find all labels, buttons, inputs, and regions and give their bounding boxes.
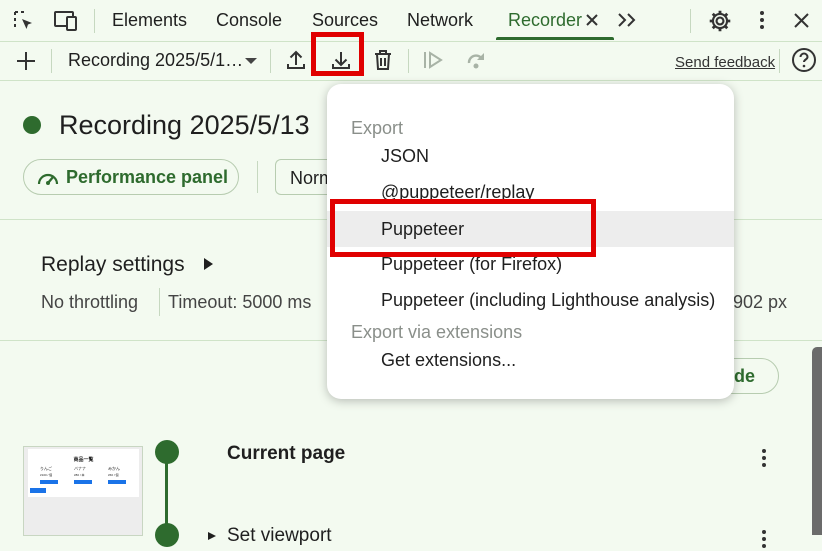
add-recording-icon[interactable] [15,50,37,72]
divider [270,49,271,73]
tab-console[interactable]: Console [216,10,282,31]
active-tab-indicator [496,37,614,40]
throttling-setting: No throttling [41,292,139,312]
delete-recording-icon[interactable] [371,48,395,72]
divider [408,49,409,73]
divider [94,9,95,33]
divider [159,288,160,316]
divider [690,9,691,33]
chevron-down-icon[interactable] [244,56,258,66]
performance-panel-label: Performance panel [66,167,229,187]
timeout-setting: Timeout: 5000 ms [168,292,312,312]
import-recording-icon[interactable] [284,48,308,72]
more-options-icon[interactable] [760,11,764,32]
export-button-highlight [311,32,364,76]
thumbnail-button [30,488,46,493]
menu-item-json[interactable]: JSON [327,140,734,174]
export-menu-header: Export [351,118,404,138]
export-extensions-header: Export via extensions [351,322,523,342]
tab-recorder[interactable]: Recorder [508,10,582,31]
tab-sources[interactable]: Sources [312,10,378,31]
step-menu-icon[interactable] [762,449,766,470]
gear-icon[interactable] [707,8,733,34]
expand-triangle-icon[interactable] [207,531,217,541]
step-title-current-page[interactable]: Current page [227,443,345,465]
performance-panel-button[interactable]: Performance panel [23,159,239,195]
menu-item-puppeteer-lighthouse[interactable]: Puppeteer (including Lighthouse analysis… [327,284,734,318]
devtools-tab-bar: Elements Console Sources Network Recorde… [0,0,822,42]
thumbnail-button [108,480,126,484]
tab-elements[interactable]: Elements [112,10,187,31]
divider [779,49,780,73]
puppeteer-item-highlight [330,199,596,257]
thumbnail-button [40,480,58,484]
timeline-step-dot [155,440,179,464]
step-menu-icon[interactable] [762,530,766,551]
menu-item-get-extensions[interactable]: Get extensions... [327,344,734,378]
inspect-element-icon[interactable] [12,9,36,33]
more-tabs-chevron-icon[interactable] [617,12,639,28]
timeline-step-dot [155,523,179,547]
viewport-setting: 902 px [733,292,788,312]
speedometer-icon [37,173,59,185]
page-thumbnail: 商品一覧 りんご バナナ みかん ¥100 / 個 ¥80 / 本 ¥60 / … [23,446,143,536]
divider [51,49,52,73]
recording-status-dot [23,116,41,134]
send-feedback-link[interactable]: Send feedback [675,54,775,71]
close-tab-icon[interactable] [585,13,599,27]
recording-title[interactable]: Recording 2025/5/13 [59,110,310,141]
step-over-icon[interactable] [464,49,488,71]
replay-icon[interactable] [421,49,445,71]
thumbnail-button [74,480,92,484]
close-devtools-icon[interactable] [793,12,810,29]
step-title-set-viewport[interactable]: Set viewport [227,525,332,547]
divider [257,161,258,193]
thumbnail-heading: 商品一覧 [73,457,94,463]
expand-triangle-icon[interactable] [202,257,214,271]
scrollbar-thumb[interactable] [812,347,822,535]
replay-settings-toggle[interactable]: Replay settings [41,253,185,277]
tab-network[interactable]: Network [407,10,473,31]
recorder-toolbar: Recording 2025/5/1… Send feedback [0,42,822,81]
device-toolbar-icon[interactable] [53,9,79,33]
help-icon[interactable] [791,47,817,73]
recording-select[interactable]: Recording 2025/5/1… [68,50,243,71]
